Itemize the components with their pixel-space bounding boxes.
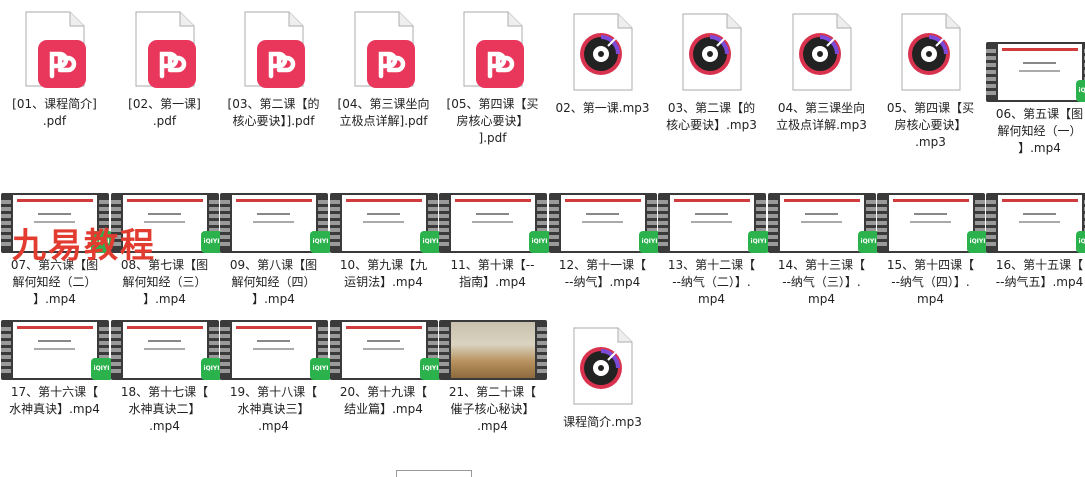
- mp3-file-item[interactable]: 03、第二课【的 核心要诀】.mp3: [657, 4, 766, 134]
- file-name-label: 10、第九课【九 运钥法】.mp4: [339, 258, 428, 289]
- watermark-text: 九易教程: [12, 226, 156, 266]
- mp3-file-icon: [900, 13, 961, 91]
- iqiyi-app-icon: iQIYI: [1075, 231, 1085, 253]
- file-name-label: 03、第二课【的 核心要诀】.mp3: [666, 101, 757, 132]
- file-name-label: 12、第十一课【 --纳气】.mp4: [558, 258, 647, 289]
- file-name-label: 02、第一课.mp3: [555, 101, 650, 115]
- file-name-label: 04、第三课坐向 立极点详解.mp3: [776, 101, 867, 132]
- pdf-file-icon: [24, 11, 86, 88]
- file-name-label: [01、课程简介] .pdf: [12, 97, 97, 128]
- file-name-label: 课程简介.mp3: [563, 415, 642, 429]
- pdf-file-item[interactable]: [01、课程简介] .pdf: [0, 0, 109, 130]
- file-name-label: 21、第二十课【 催子核心秘诀】 .mp4: [448, 385, 537, 433]
- mp4-file-item[interactable]: iQIYI 17、第十六课【 水神真诀】.mp4: [0, 320, 113, 418]
- mp4-file-item[interactable]: 21、第二十课【 催子核心秘诀】 .mp4: [438, 320, 547, 435]
- video-thumbnail: iQIYI: [985, 42, 1085, 102]
- mp3-file-item[interactable]: 课程简介.mp3: [548, 318, 657, 431]
- file-name-label: 15、第十四课【 --纳气（四）】. mp4: [886, 258, 975, 306]
- video-thumbnail: iQIYI: [0, 320, 113, 380]
- video-thumbnail: iQIYI: [110, 320, 223, 380]
- mp3-file-icon: [572, 13, 633, 91]
- mp4-file-item[interactable]: iQIYI 14、第十三课【 --纳气（三）】. mp4: [767, 193, 880, 308]
- video-thumbnail: iQIYI: [657, 193, 770, 253]
- file-grid: [01、课程简介] .pdf [02、第一课] .pdf [03、第二课【的 核…: [0, 0, 1085, 477]
- video-thumbnail: iQIYI: [438, 193, 551, 253]
- mp4-file-item[interactable]: iQIYI 20、第十九课【 结业篇】.mp4: [329, 320, 442, 418]
- video-thumbnail: iQIYI: [329, 193, 442, 253]
- file-name-label: [05、第四课【买 房核心要诀】 ].pdf: [446, 97, 539, 145]
- mp4-file-item[interactable]: iQIYI 10、第九课【九 运钥法】.mp4: [329, 193, 442, 291]
- mp3-file-item[interactable]: 04、第三课坐向 立极点详解.mp3: [767, 4, 876, 134]
- mp3-file-icon: [572, 327, 633, 405]
- file-name-label: [04、第三课坐向 立极点详解].pdf: [337, 97, 430, 128]
- file-name-label: [02、第一课] .pdf: [128, 97, 201, 128]
- pdf-file-item[interactable]: [04、第三课坐向 立极点详解].pdf: [329, 0, 438, 130]
- mp4-file-item[interactable]: iQIYI 16、第十五课【 --纳气五】.mp4: [985, 193, 1085, 291]
- file-name-label: 06、第五课【图 解何知经（一） 】.mp4: [995, 107, 1084, 155]
- mp4-file-item[interactable]: iQIYI 09、第八课【图 解何知经（四） 】.mp4: [219, 193, 332, 308]
- mp4-file-item[interactable]: iQIYI 12、第十一课【 --纳气】.mp4: [548, 193, 661, 291]
- mp4-file-item[interactable]: iQIYI 06、第五课【图 解何知经（一） 】.mp4: [985, 42, 1085, 157]
- mp3-file-icon: [791, 13, 852, 91]
- video-thumbnail: iQIYI: [329, 320, 442, 380]
- file-name-label: 19、第十八课【 水神真诀三】 .mp4: [229, 385, 318, 433]
- file-name-label: 18、第十七课【 水神真诀二】 .mp4: [120, 385, 209, 433]
- mp3-file-item[interactable]: 02、第一课.mp3: [548, 4, 657, 117]
- video-thumbnail: iQIYI: [767, 193, 880, 253]
- pdf-file-icon: [243, 11, 305, 88]
- video-thumbnail: iQIYI: [219, 193, 332, 253]
- mp4-file-item[interactable]: iQIYI 13、第十二课【 --纳气（二）】. mp4: [657, 193, 770, 308]
- film-strip-frame: [985, 193, 1085, 253]
- pdf-file-icon: [353, 11, 415, 88]
- pdf-file-item[interactable]: [05、第四课【买 房核心要诀】 ].pdf: [438, 0, 547, 147]
- video-thumbnail: [438, 320, 547, 380]
- file-name-label: 17、第十六课【 水神真诀】.mp4: [9, 385, 100, 416]
- file-name-label: [03、第二课【的 核心要诀】].pdf: [227, 97, 320, 128]
- video-thumbnail: iQIYI: [219, 320, 332, 380]
- file-name-label: 16、第十五课【 --纳气五】.mp4: [995, 258, 1084, 289]
- pdf-file-icon: [134, 11, 196, 88]
- file-name-label: 09、第八课【图 解何知经（四） 】.mp4: [229, 258, 318, 306]
- iqiyi-app-icon: iQIYI: [1075, 80, 1085, 102]
- video-thumbnail: iQIYI: [548, 193, 661, 253]
- mp4-file-item[interactable]: iQIYI 18、第十七课【 水神真诀二】 .mp4: [110, 320, 223, 435]
- file-name-label: 14、第十三课【 --纳气（三）】. mp4: [777, 258, 866, 306]
- film-strip-frame: [438, 320, 547, 380]
- pdf-file-item[interactable]: [03、第二课【的 核心要诀】].pdf: [219, 0, 328, 130]
- mp3-file-icon: [681, 13, 742, 91]
- film-strip-frame: [985, 42, 1085, 102]
- video-thumbnail: iQIYI: [876, 193, 989, 253]
- video-thumbnail: iQIYI: [985, 193, 1085, 253]
- file-name-label: 11、第十课【-- 指南】.mp4: [450, 258, 535, 289]
- file-name-label: 13、第十二课【 --纳气（二）】. mp4: [667, 258, 756, 306]
- pdf-file-item[interactable]: [02、第一课] .pdf: [110, 0, 219, 130]
- mp4-file-item[interactable]: iQIYI 11、第十课【-- 指南】.mp4: [438, 193, 551, 291]
- file-name-label: 05、第四课【买 房核心要诀】 .mp3: [886, 101, 975, 149]
- pdf-file-icon: [462, 11, 524, 88]
- mp4-file-item[interactable]: iQIYI 15、第十四课【 --纳气（四）】. mp4: [876, 193, 989, 308]
- partial-item-edge: [396, 470, 472, 477]
- mp4-file-item[interactable]: iQIYI 19、第十八课【 水神真诀三】 .mp4: [219, 320, 332, 435]
- mp3-file-item[interactable]: 05、第四课【买 房核心要诀】 .mp3: [876, 4, 985, 151]
- file-name-label: 20、第十九课【 结业篇】.mp4: [339, 385, 428, 416]
